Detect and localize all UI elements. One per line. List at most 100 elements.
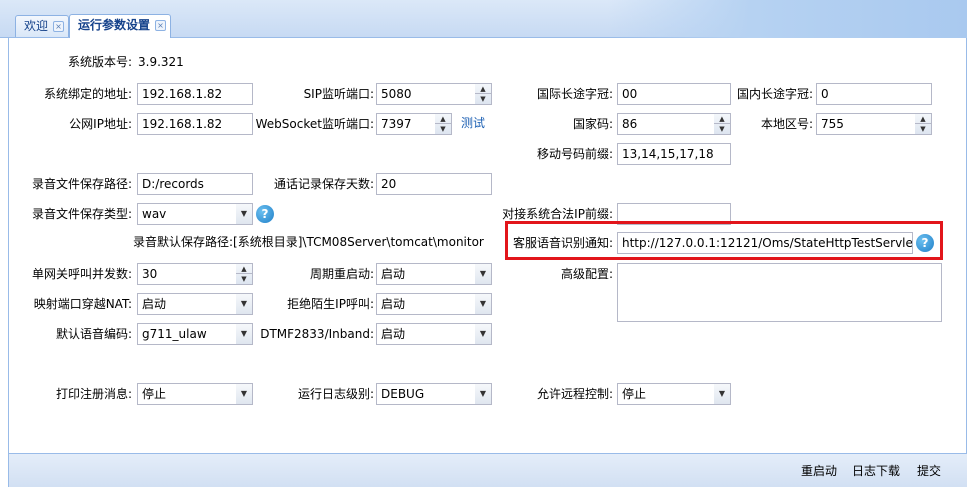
print-register-label: 打印注册消息: xyxy=(55,387,132,401)
tab-welcome[interactable]: 欢迎 × xyxy=(15,15,70,37)
tab-runtime-settings[interactable]: 运行参数设置 × xyxy=(69,14,172,38)
advanced-config-textarea[interactable] xyxy=(617,263,942,322)
footer-toolbar: 重启动 日志下载 提交 xyxy=(9,453,967,487)
websocket-port-value[interactable]: 7397 xyxy=(376,113,436,135)
periodic-restart-value[interactable]: 启动 xyxy=(376,263,476,285)
spin-down-icon[interactable]: ▼ xyxy=(475,94,491,104)
help-icon[interactable]: ? xyxy=(916,234,934,252)
nat-value[interactable]: 启动 xyxy=(137,293,237,315)
tab-runtime-settings-label: 运行参数设置 xyxy=(78,18,151,32)
codec-select[interactable]: g711_ulaw ▼ xyxy=(137,323,253,345)
periodic-restart-select[interactable]: 启动 ▼ xyxy=(376,263,492,285)
country-code-stepper[interactable]: 86 ▲ ▼ xyxy=(617,113,731,135)
area-code-stepper[interactable]: 755 ▲ ▼ xyxy=(816,113,932,135)
chevron-down-icon[interactable]: ▼ xyxy=(236,203,253,225)
dtmf-select[interactable]: 启动 ▼ xyxy=(376,323,492,345)
country-code-label: 国家码: xyxy=(572,117,613,131)
chevron-down-icon[interactable]: ▼ xyxy=(475,323,492,345)
spin-up-icon[interactable]: ▲ xyxy=(435,114,451,124)
test-link[interactable]: 测试 xyxy=(461,112,485,134)
stepper-buttons: ▲ ▼ xyxy=(435,113,452,135)
record-type-label: 录音文件保存类型: xyxy=(31,207,132,221)
mobile-prefix-label: 移动号码前缀: xyxy=(536,147,613,161)
stepper-buttons: ▲ ▼ xyxy=(236,263,253,285)
asr-notify-input[interactable]: http://127.0.0.1:12121/Oms/StateHttpTest… xyxy=(617,232,913,254)
print-register-select[interactable]: 停止 ▼ xyxy=(137,383,253,405)
spin-up-icon[interactable]: ▲ xyxy=(475,84,491,94)
record-type-select[interactable]: wav ▼ xyxy=(137,203,253,225)
dtmf-value[interactable]: 启动 xyxy=(376,323,476,345)
version-value: 3.9.321 xyxy=(138,55,184,69)
call-log-days-input[interactable]: 20 xyxy=(376,173,492,195)
sip-port-value[interactable]: 5080 xyxy=(376,83,476,105)
websocket-port-label: WebSocket监听端口: xyxy=(255,117,374,131)
tab-welcome-label: 欢迎 xyxy=(24,19,49,33)
domestic-prefix-label: 国内长途字冠: xyxy=(736,87,813,101)
dtmf-label: DTMF2833/Inband: xyxy=(260,327,374,341)
intl-prefix-input[interactable]: 00 xyxy=(617,83,731,105)
log-download-button[interactable]: 日志下载 xyxy=(852,460,900,482)
reject-ip-label: 拒绝陌生IP呼叫: xyxy=(287,297,374,311)
intl-prefix-label: 国际长途字冠: xyxy=(536,87,613,101)
periodic-restart-label: 周期重启动: xyxy=(309,267,374,281)
chevron-down-icon[interactable]: ▼ xyxy=(475,263,492,285)
bind-address-label: 系统绑定的地址: xyxy=(43,87,132,101)
tab-bar: 欢迎 × 运行参数设置 × xyxy=(0,0,967,38)
submit-button[interactable]: 提交 xyxy=(917,460,941,482)
default-record-path-text: 录音默认保存路径:[系统根目录]\TCM08Server\tomcat\moni… xyxy=(133,235,484,249)
area-code-value[interactable]: 755 xyxy=(816,113,916,135)
gateway-concurrency-value[interactable]: 30 xyxy=(137,263,237,285)
remote-control-value[interactable]: 停止 xyxy=(617,383,715,405)
call-log-days-label: 通话记录保存天数: xyxy=(273,177,374,191)
close-icon[interactable]: × xyxy=(155,20,167,31)
reject-ip-value[interactable]: 启动 xyxy=(376,293,476,315)
stepper-buttons: ▲ ▼ xyxy=(475,83,492,105)
reject-ip-select[interactable]: 启动 ▼ xyxy=(376,293,492,315)
spin-up-icon[interactable]: ▲ xyxy=(714,114,730,124)
stepper-buttons: ▲ ▼ xyxy=(915,113,932,135)
public-ip-label: 公网IP地址: xyxy=(69,117,132,131)
chevron-down-icon[interactable]: ▼ xyxy=(475,293,492,315)
spin-down-icon[interactable]: ▼ xyxy=(915,124,931,134)
nat-label: 映射端口穿越NAT: xyxy=(33,297,132,311)
stepper-buttons: ▲ ▼ xyxy=(714,113,731,135)
gateway-concurrency-label: 单网关呼叫并发数: xyxy=(31,267,132,281)
codec-value[interactable]: g711_ulaw xyxy=(137,323,237,345)
close-icon[interactable]: × xyxy=(53,21,65,32)
spin-up-icon[interactable]: ▲ xyxy=(915,114,931,124)
spin-up-icon[interactable]: ▲ xyxy=(236,264,252,274)
restart-button[interactable]: 重启动 xyxy=(801,460,837,482)
codec-label: 默认语音编码: xyxy=(55,327,132,341)
spin-down-icon[interactable]: ▼ xyxy=(236,274,252,284)
advanced-config-label: 高级配置: xyxy=(560,267,613,281)
mobile-prefix-input[interactable]: 13,14,15,17,18 xyxy=(617,143,731,165)
version-label: 系统版本号: xyxy=(67,55,132,69)
log-level-value[interactable]: DEBUG xyxy=(376,383,476,405)
domestic-prefix-input[interactable]: 0 xyxy=(816,83,932,105)
header-decoration xyxy=(607,0,967,38)
remote-control-label: 允许远程控制: xyxy=(536,387,613,401)
nat-select[interactable]: 启动 ▼ xyxy=(137,293,253,315)
help-icon[interactable]: ? xyxy=(256,205,274,223)
chevron-down-icon[interactable]: ▼ xyxy=(236,293,253,315)
log-level-label: 运行日志级别: xyxy=(297,387,374,401)
chevron-down-icon[interactable]: ▼ xyxy=(714,383,731,405)
print-register-value[interactable]: 停止 xyxy=(137,383,237,405)
spin-down-icon[interactable]: ▼ xyxy=(435,124,451,134)
sip-port-stepper[interactable]: 5080 ▲ ▼ xyxy=(376,83,492,105)
asr-notify-label: 客服语音识别通知: xyxy=(512,236,613,250)
chevron-down-icon[interactable]: ▼ xyxy=(475,383,492,405)
record-type-value[interactable]: wav xyxy=(137,203,237,225)
country-code-value[interactable]: 86 xyxy=(617,113,715,135)
gateway-concurrency-stepper[interactable]: 30 ▲ ▼ xyxy=(137,263,253,285)
websocket-port-stepper[interactable]: 7397 ▲ ▼ xyxy=(376,113,452,135)
log-level-select[interactable]: DEBUG ▼ xyxy=(376,383,492,405)
spin-down-icon[interactable]: ▼ xyxy=(714,124,730,134)
remote-control-select[interactable]: 停止 ▼ xyxy=(617,383,731,405)
area-code-label: 本地区号: xyxy=(760,117,813,131)
sip-port-label: SIP监听端口: xyxy=(303,87,374,101)
chevron-down-icon[interactable]: ▼ xyxy=(236,383,253,405)
bind-address-input[interactable]: 192.168.1.82 xyxy=(137,83,253,105)
public-ip-input[interactable]: 192.168.1.82 xyxy=(137,113,253,135)
record-path-input[interactable]: D:/records xyxy=(137,173,253,195)
